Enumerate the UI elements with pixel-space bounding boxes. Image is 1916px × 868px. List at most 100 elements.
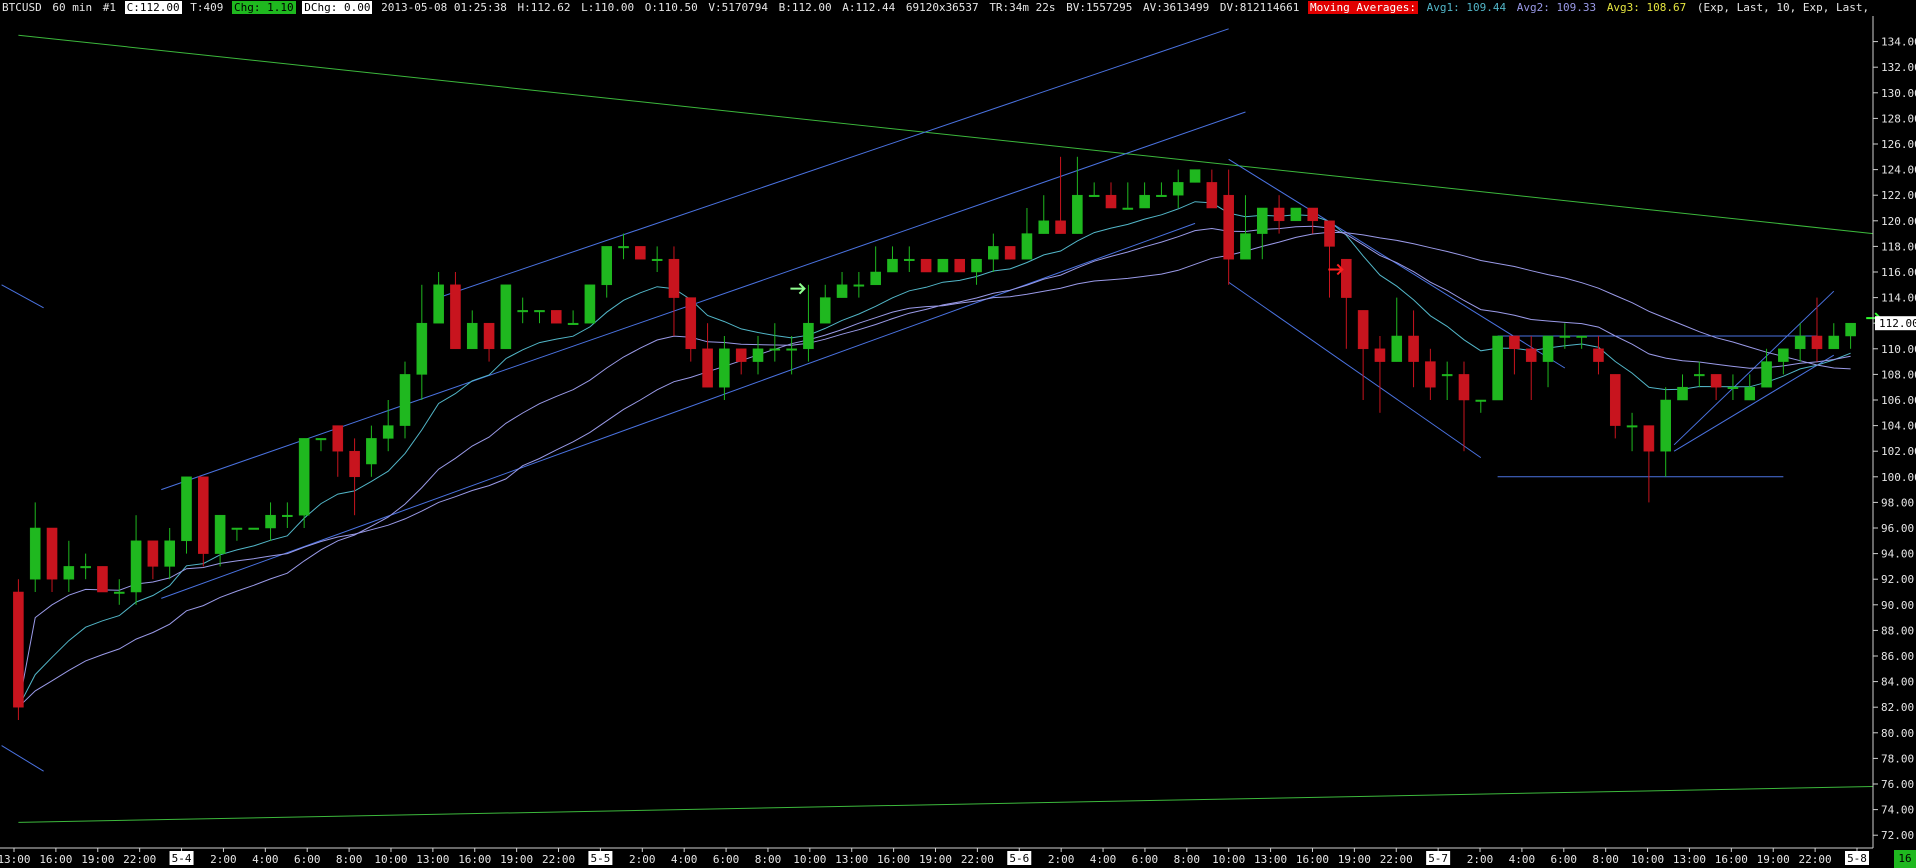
time-tick-label: 19:00	[500, 853, 533, 866]
candle	[1105, 182, 1117, 209]
time-tick-label: 6:00	[713, 853, 740, 866]
price-tick-label: 122.00	[1881, 189, 1916, 202]
time-tick-label: 8:00	[1592, 853, 1619, 866]
candle	[1038, 195, 1050, 234]
candle-body	[954, 258, 966, 273]
candle-body	[1038, 220, 1050, 234]
time-tick-label: 10:00	[793, 853, 826, 866]
price-tick-label: 76.00	[1881, 778, 1914, 791]
candle	[13, 579, 24, 720]
candle	[803, 284, 814, 362]
time-tick-label: 8:00	[336, 853, 363, 866]
price-tick-label: 120.00	[1881, 215, 1916, 228]
candle-body	[752, 348, 764, 362]
candle	[97, 566, 108, 593]
candle	[618, 233, 629, 260]
candle	[635, 246, 646, 260]
candle-body	[1425, 361, 1436, 388]
candle-body	[1156, 194, 1167, 197]
price-tick-label: 116.00	[1881, 266, 1916, 279]
time-tick-label: 4:00	[1090, 853, 1117, 866]
price-tick-label: 102.00	[1881, 445, 1916, 458]
candle-body	[1341, 258, 1352, 298]
candle-body	[1761, 361, 1772, 388]
candle	[1374, 336, 1386, 413]
time-tick-label: 6:00	[294, 853, 321, 866]
candle	[1290, 207, 1302, 222]
candle	[1761, 348, 1772, 388]
candle-body	[382, 425, 394, 439]
price-tick-label: 124.00	[1881, 164, 1916, 177]
time-tick-label: 10:00	[1631, 853, 1664, 866]
price-tick-label: 82.00	[1881, 701, 1914, 714]
candle-body	[416, 322, 428, 375]
candle	[1509, 335, 1520, 375]
candle	[130, 515, 142, 605]
candle	[80, 553, 91, 580]
candle	[1122, 182, 1134, 210]
candle-body	[1105, 194, 1117, 209]
candle	[483, 322, 495, 362]
time-tick-label: 2:00	[210, 853, 237, 866]
candle-body	[668, 258, 680, 298]
candle-body	[1324, 220, 1335, 247]
price-axis[interactable]: 134.00 132.00 130.00 128.00 126.00 124.00 122.…	[0, 16, 1916, 849]
candle-body	[1072, 194, 1083, 234]
candle-body	[551, 310, 562, 324]
time-tick-label: 22:00	[1380, 853, 1413, 866]
candle	[1811, 297, 1823, 362]
candle	[836, 272, 848, 298]
sell-signal-arrow	[1328, 263, 1344, 276]
candle-body	[164, 540, 175, 567]
candle	[668, 246, 680, 336]
candle-body	[1509, 335, 1520, 350]
candle	[853, 272, 865, 298]
candle-body	[1357, 310, 1369, 350]
candle-body	[1004, 246, 1016, 260]
candle	[1458, 361, 1470, 452]
candle-body	[130, 540, 142, 593]
candle	[651, 246, 663, 272]
candle-body	[13, 591, 24, 708]
candle-body	[1626, 425, 1638, 428]
time-axis[interactable]: 13:00 16:00 19:00 22:00 5-4 2:00 4:00 6:00 8:00 1…	[0, 848, 1869, 866]
candle-body	[80, 566, 91, 569]
time-tick-label: 6:00	[1551, 853, 1578, 866]
price-tick-label: 98.00	[1881, 496, 1914, 509]
candle-body	[903, 258, 915, 261]
price-tick-label: 130.00	[1881, 87, 1916, 100]
time-tick-label: 22:00	[123, 853, 156, 866]
candle	[1710, 374, 1722, 400]
time-tick-label: 8:00	[755, 853, 782, 866]
candle-body	[1021, 233, 1033, 260]
candle-body	[920, 258, 932, 273]
candle	[1055, 156, 1066, 234]
time-tick-label: 19:00	[1757, 853, 1790, 866]
candle	[1475, 399, 1487, 413]
candle	[265, 502, 276, 541]
candle	[399, 361, 411, 439]
candle-body	[1458, 374, 1470, 401]
time-tick-label: 2:00	[629, 853, 656, 866]
candle	[1004, 246, 1016, 260]
candle	[551, 310, 562, 324]
candle-body	[214, 514, 226, 554]
candle-body	[1307, 207, 1318, 222]
price-tick-label: 128.00	[1881, 112, 1916, 125]
price-tick-label: 108.00	[1881, 368, 1916, 381]
time-tick-label: 8:00	[1174, 853, 1201, 866]
candle	[988, 233, 999, 272]
candle	[1576, 335, 1587, 349]
candlestick-chart[interactable]: 134.00 132.00 130.00 128.00 126.00 124.00 122.…	[0, 0, 1916, 868]
candle	[1357, 310, 1369, 400]
time-tick-label: 13:00	[0, 853, 31, 866]
price-tick-label: 106.00	[1881, 394, 1916, 407]
price-tick-label: 88.00	[1881, 624, 1914, 637]
price-tick-label: 96.00	[1881, 522, 1914, 535]
candle-body	[853, 284, 865, 287]
candle	[1425, 348, 1436, 400]
descending-channel-lower	[1228, 281, 1482, 459]
candle	[29, 502, 41, 592]
candle-body	[1374, 348, 1386, 362]
time-tick-label: 19:00	[1338, 853, 1371, 866]
